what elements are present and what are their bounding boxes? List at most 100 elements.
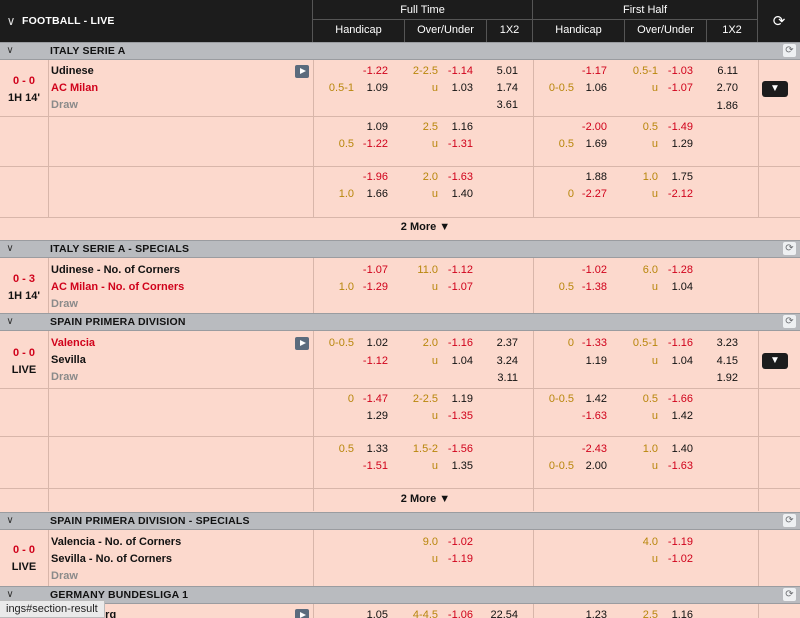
expand-markets-icon[interactable]: ▼ — [762, 353, 788, 369]
ft-hdp-odds-home[interactable]: 1.02 — [330, 336, 388, 350]
fh-ou-odds-over[interactable]: -1.28 — [660, 263, 693, 277]
fh-ou-odds-over[interactable]: 1.16 — [660, 608, 693, 618]
league-header-spain-primera[interactable]: ∨ SPAIN PRIMERA DIVISION ⟳ — [0, 313, 800, 331]
ft-1x2-home[interactable]: 22.54 — [482, 608, 518, 618]
fh-ou-odds-under[interactable]: -1.63 — [660, 459, 693, 473]
ft-ou-odds-over[interactable]: -1.06 — [440, 608, 473, 618]
fh-1x2-away[interactable]: 2.70 — [707, 81, 738, 95]
league-header-italy-serie-a-specials[interactable]: ∨ ITALY SERIE A - SPECIALS ⟳ — [0, 240, 800, 258]
ft-hdp-odds-away[interactable]: 1.66 — [330, 187, 388, 201]
fh-1x2-home[interactable]: 6.11 — [707, 64, 738, 78]
away-team[interactable]: AC Milan — [51, 81, 98, 95]
fh-ou-odds-over[interactable]: -1.66 — [660, 392, 693, 406]
ft-ou-odds-under[interactable]: -1.31 — [440, 137, 473, 151]
ft-ou-odds-over[interactable]: -1.12 — [440, 263, 473, 277]
fh-ou-odds-under[interactable]: -1.02 — [660, 552, 693, 566]
live-stream-play-icon[interactable] — [295, 65, 309, 78]
ft-ou-odds-over[interactable]: 1.19 — [440, 392, 473, 406]
league-refresh-icon[interactable]: ⟳ — [783, 44, 796, 57]
fh-hdp-odds-away[interactable]: 1.06 — [550, 81, 607, 95]
fh-ou-odds-under[interactable]: 1.04 — [660, 280, 693, 294]
fh-ou-odds-under[interactable]: 1.42 — [660, 409, 693, 423]
fh-ou-odds-under[interactable]: 1.29 — [660, 137, 693, 151]
ft-1x2-away[interactable]: 1.74 — [487, 81, 518, 95]
fh-1x2-draw[interactable]: 1.92 — [707, 371, 738, 385]
fh-ou-odds-over[interactable]: -1.03 — [660, 64, 693, 78]
ft-ou-odds-under[interactable]: 1.35 — [440, 459, 473, 473]
fh-hdp-odds-away[interactable]: 1.69 — [550, 137, 607, 151]
fh-ou-odds-under[interactable]: 1.04 — [660, 354, 693, 368]
fh-hdp-odds-home[interactable]: -1.33 — [550, 336, 607, 350]
ft-hdp-odds-away[interactable]: -1.29 — [330, 280, 388, 294]
ft-ou-odds-under[interactable]: 1.04 — [440, 354, 473, 368]
ft-1x2-home[interactable]: 2.37 — [487, 336, 518, 350]
fh-ou-odds-over[interactable]: -1.16 — [660, 336, 693, 350]
more-markets-button[interactable]: 2 More ▼ — [313, 221, 538, 233]
fh-hdp-odds-home[interactable]: 1.42 — [550, 392, 607, 406]
refresh-icon[interactable]: ⟳ — [758, 0, 800, 42]
expand-markets-icon[interactable]: ▼ — [762, 81, 788, 97]
ft-1x2-draw[interactable]: 3.61 — [487, 98, 518, 112]
away-team[interactable]: Sevilla — [51, 353, 86, 367]
sport-title-cell[interactable]: ∨ FOOTBALL - LIVE — [0, 0, 313, 42]
fh-hdp-odds-away[interactable]: -1.38 — [550, 280, 607, 294]
live-stream-play-icon[interactable] — [295, 609, 309, 618]
away-team[interactable]: AC Milan - No. of Corners — [51, 280, 184, 294]
fh-hdp-odds-home[interactable]: -1.02 — [550, 263, 607, 277]
ft-ou-odds-under[interactable]: -1.35 — [440, 409, 473, 423]
ft-hdp-odds-home[interactable]: -1.07 — [330, 263, 388, 277]
fh-hdp-odds-home[interactable]: 1.23 — [550, 608, 607, 618]
league-refresh-icon[interactable]: ⟳ — [783, 588, 796, 601]
ft-hdp-odds-away[interactable]: 1.09 — [330, 81, 388, 95]
ft-hdp-odds-home[interactable]: -1.47 — [330, 392, 388, 406]
fh-hdp-odds-away[interactable]: -2.27 — [550, 187, 607, 201]
live-stream-play-icon[interactable] — [295, 337, 309, 350]
ft-1x2-away[interactable]: 3.24 — [487, 354, 518, 368]
ft-ou-odds-over[interactable]: -1.63 — [440, 170, 473, 184]
ft-ou-odds-under[interactable]: 1.03 — [440, 81, 473, 95]
collapse-all-chevron-icon[interactable]: ∨ — [0, 14, 22, 28]
ft-hdp-odds-away[interactable]: 1.29 — [330, 409, 388, 423]
more-markets-button[interactable]: 2 More ▼ — [313, 493, 538, 505]
ft-1x2-draw[interactable]: 3.11 — [487, 371, 518, 385]
ft-hdp-odds-home[interactable]: 1.05 — [330, 608, 388, 618]
fh-ou-odds-under[interactable]: -1.07 — [660, 81, 693, 95]
fh-ou-odds-over[interactable]: 1.40 — [660, 442, 693, 456]
ft-ou-odds-over[interactable]: -1.14 — [440, 64, 473, 78]
fh-1x2-draw[interactable]: 1.86 — [707, 99, 738, 113]
ft-ou-odds-over[interactable]: -1.02 — [440, 535, 473, 549]
ft-hdp-odds-home[interactable]: 1.33 — [330, 442, 388, 456]
home-team[interactable]: Valencia — [51, 336, 95, 350]
ft-ou-odds-under[interactable]: -1.19 — [440, 552, 473, 566]
away-team[interactable]: Sevilla - No. of Corners — [51, 552, 172, 566]
ft-ou-odds-over[interactable]: 1.16 — [440, 120, 473, 134]
ft-1x2-home[interactable]: 5.01 — [487, 64, 518, 78]
league-refresh-icon[interactable]: ⟳ — [783, 514, 796, 527]
fh-hdp-odds-home[interactable]: 1.88 — [550, 170, 607, 184]
league-refresh-icon[interactable]: ⟳ — [783, 242, 796, 255]
fh-ou-odds-over[interactable]: -1.19 — [660, 535, 693, 549]
ft-hdp-odds-home[interactable]: -1.22 — [330, 64, 388, 78]
fh-hdp-odds-home[interactable]: -2.43 — [550, 442, 607, 456]
fh-hdp-odds-away[interactable]: -1.63 — [550, 409, 607, 423]
ft-ou-odds-under[interactable]: -1.07 — [440, 280, 473, 294]
chevron-down-icon[interactable]: ∨ — [0, 43, 20, 59]
fh-ou-odds-over[interactable]: -1.49 — [660, 120, 693, 134]
home-team[interactable]: Valencia - No. of Corners — [51, 535, 181, 549]
fh-ou-odds-under[interactable]: -2.12 — [660, 187, 693, 201]
fh-1x2-away[interactable]: 4.15 — [707, 354, 738, 368]
chevron-down-icon[interactable]: ∨ — [0, 314, 20, 330]
chevron-down-icon[interactable]: ∨ — [0, 513, 20, 529]
fh-1x2-home[interactable]: 3.23 — [707, 336, 738, 350]
league-header-italy-serie-a[interactable]: ∨ ITALY SERIE A ⟳ — [0, 42, 800, 60]
league-refresh-icon[interactable]: ⟳ — [783, 315, 796, 328]
fh-hdp-odds-away[interactable]: 1.19 — [550, 354, 607, 368]
fh-hdp-odds-home[interactable]: -1.17 — [550, 64, 607, 78]
ft-ou-odds-under[interactable]: 1.40 — [440, 187, 473, 201]
ft-hdp-odds-away[interactable]: -1.22 — [330, 137, 388, 151]
ft-hdp-odds-away[interactable]: -1.12 — [330, 354, 388, 368]
ft-hdp-odds-home[interactable]: -1.96 — [330, 170, 388, 184]
ft-ou-odds-over[interactable]: -1.56 — [440, 442, 473, 456]
league-header-spain-primera-specials[interactable]: ∨ SPAIN PRIMERA DIVISION - SPECIALS ⟳ — [0, 512, 800, 530]
fh-ou-odds-over[interactable]: 1.75 — [660, 170, 693, 184]
